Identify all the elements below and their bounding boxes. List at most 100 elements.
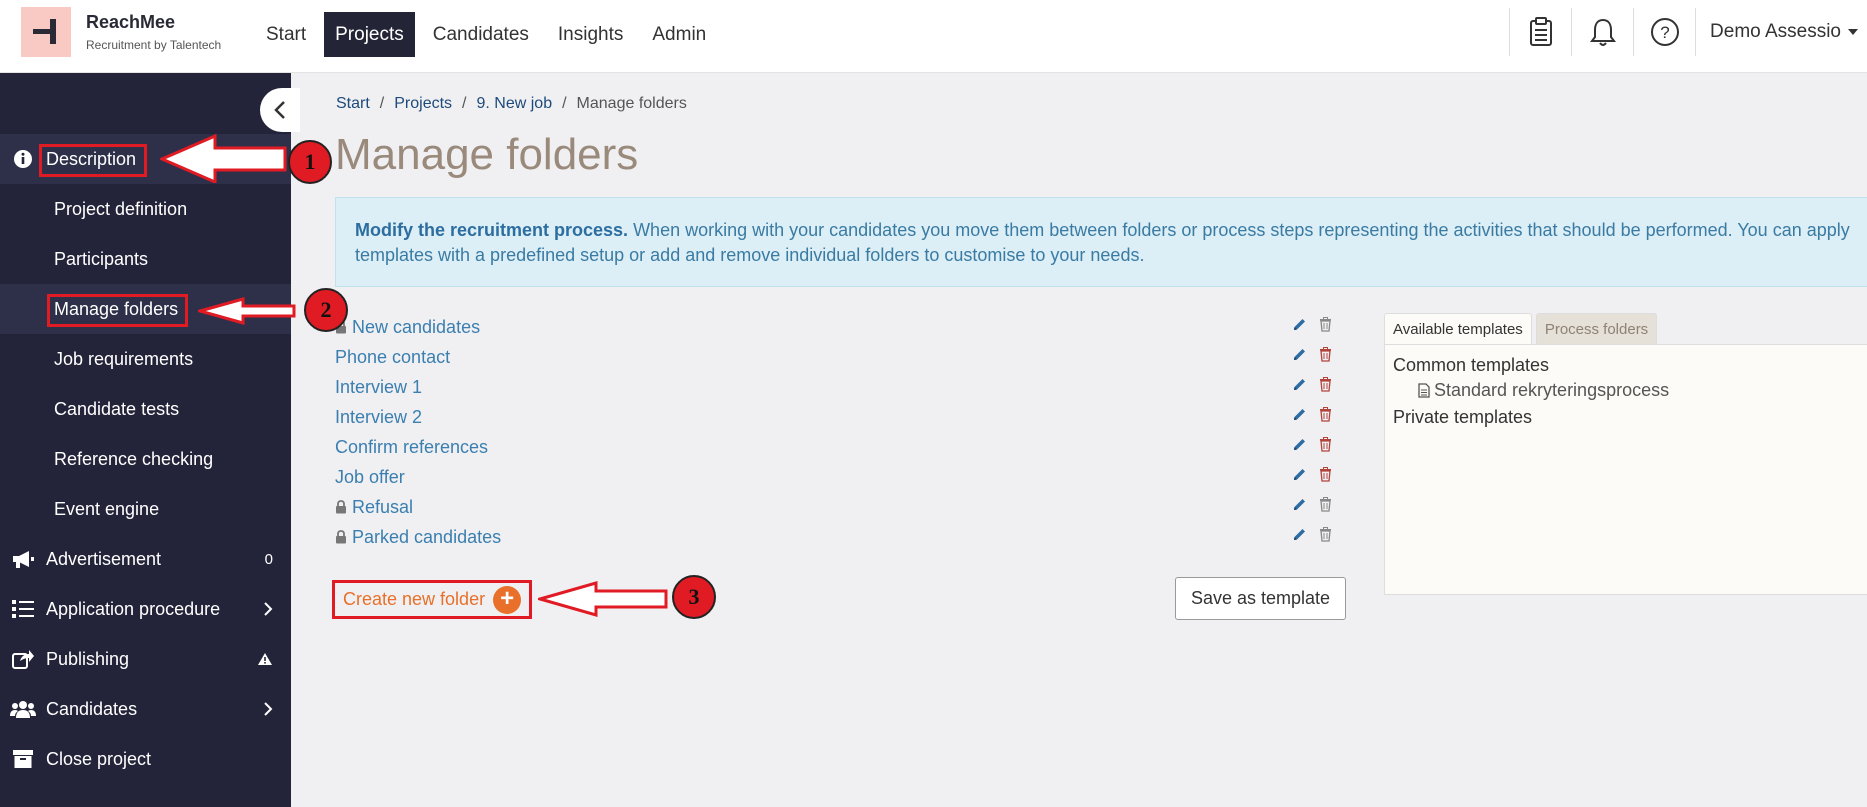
trash-icon[interactable] bbox=[1319, 497, 1332, 512]
breadcrumb-job[interactable]: 9. New job bbox=[477, 95, 553, 112]
sidebar-item-event-engine[interactable]: Event engine bbox=[0, 484, 291, 534]
breadcrumb-projects[interactable]: Projects bbox=[394, 95, 452, 112]
top-bar: ReachMee Recruitment by Talentech Start … bbox=[0, 0, 1867, 73]
trash-icon[interactable] bbox=[1319, 467, 1332, 482]
annotation-box-1 bbox=[39, 144, 147, 177]
reachmee-logo[interactable] bbox=[21, 7, 71, 57]
help-icon[interactable]: ? bbox=[1633, 8, 1695, 56]
sidebar-item-publishing[interactable]: Publishing bbox=[0, 634, 291, 684]
sidebar: Description Project definition Participa… bbox=[0, 73, 300, 807]
chevron-down-icon bbox=[1848, 29, 1858, 35]
save-as-template-button[interactable]: Save as template bbox=[1175, 577, 1346, 620]
folder-row: Confirm references bbox=[335, 432, 1340, 462]
sidebar-item-project-definition[interactable]: Project definition bbox=[0, 184, 291, 234]
template-item-label: Standard rekryteringsprocess bbox=[1434, 380, 1670, 400]
tab-process-folders[interactable]: Process folders bbox=[1535, 313, 1658, 345]
sidebar-item-label: Candidates bbox=[46, 698, 138, 719]
nav-candidates[interactable]: Candidates bbox=[422, 12, 540, 57]
sidebar-item-candidates[interactable]: Candidates bbox=[0, 684, 291, 734]
pencil-icon[interactable] bbox=[1292, 437, 1307, 452]
breadcrumb-current: Manage folders bbox=[576, 95, 687, 112]
nav-admin[interactable]: Admin bbox=[641, 12, 717, 57]
sidebar-item-candidate-tests[interactable]: Candidate tests bbox=[0, 384, 291, 434]
annotation-arrow-3 bbox=[538, 581, 668, 617]
brand-subtitle: Recruitment by Talentech bbox=[86, 38, 222, 52]
sidebar-item-label: Publishing bbox=[46, 648, 130, 669]
nav-insights[interactable]: Insights bbox=[547, 12, 634, 57]
sidebar-collapse-button[interactable] bbox=[260, 88, 300, 132]
pencil-icon[interactable] bbox=[1292, 407, 1307, 422]
folder-row: Phone contact bbox=[335, 342, 1340, 372]
pencil-icon[interactable] bbox=[1292, 317, 1307, 332]
folder-name-link[interactable]: Interview 2 bbox=[335, 407, 422, 428]
folder-row: Refusal bbox=[335, 492, 1340, 522]
trash-icon[interactable] bbox=[1319, 407, 1332, 422]
info-bold: Modify the recruitment process. bbox=[355, 220, 629, 240]
bell-icon[interactable] bbox=[1571, 8, 1633, 56]
folder-name-link[interactable]: Parked candidates bbox=[352, 527, 501, 548]
sidebar-item-reference-checking[interactable]: Reference checking bbox=[0, 434, 291, 484]
pencil-icon[interactable] bbox=[1292, 347, 1307, 362]
trash-icon[interactable] bbox=[1319, 347, 1332, 362]
folder-row: Parked candidates bbox=[335, 522, 1340, 552]
main-nav: Start Projects Candidates Insights Admin bbox=[255, 12, 724, 57]
folder-name-link[interactable]: Job offer bbox=[335, 467, 405, 488]
folder-row: Interview 1 bbox=[335, 372, 1340, 402]
folder-name-link[interactable]: New candidates bbox=[352, 317, 480, 338]
pencil-icon[interactable] bbox=[1292, 467, 1307, 482]
user-menu[interactable]: Demo Assessio bbox=[1695, 8, 1867, 56]
sidebar-item-label: Job requirements bbox=[54, 348, 194, 369]
create-folder-button[interactable]: Create new folder + bbox=[332, 580, 532, 619]
clipboard-icon[interactable] bbox=[1509, 8, 1571, 56]
plus-icon: + bbox=[493, 585, 522, 614]
user-name: Demo Assessio bbox=[1710, 21, 1841, 42]
sidebar-item-application-procedure[interactable]: Application procedure bbox=[0, 584, 291, 634]
trash-icon[interactable] bbox=[1319, 437, 1332, 452]
brand-name: ReachMee bbox=[86, 12, 176, 32]
document-icon bbox=[1418, 383, 1430, 398]
sidebar-item-label: Reference checking bbox=[54, 448, 214, 469]
breadcrumb-start[interactable]: Start bbox=[336, 95, 370, 112]
folder-row: Interview 2 bbox=[335, 402, 1340, 432]
nav-start[interactable]: Start bbox=[255, 12, 317, 57]
nav-projects[interactable]: Projects bbox=[324, 12, 415, 57]
create-folder-label: Create new folder bbox=[343, 589, 486, 609]
annotation-arrow-2 bbox=[198, 297, 296, 325]
sidebar-item-advertisement[interactable]: Advertisement 0 bbox=[0, 534, 291, 584]
folder-name-link[interactable]: Interview 1 bbox=[335, 377, 422, 398]
sidebar-item-label: Advertisement bbox=[46, 548, 162, 569]
common-templates-heading: Common templates bbox=[1393, 355, 1550, 375]
sidebar-item-close-project[interactable]: Close project bbox=[0, 734, 291, 784]
folder-name-link[interactable]: Refusal bbox=[352, 497, 413, 518]
pencil-icon[interactable] bbox=[1292, 497, 1307, 512]
info-box: Modify the recruitment process. When wor… bbox=[335, 197, 1867, 287]
trash-icon[interactable] bbox=[1319, 527, 1332, 542]
sidebar-item-label: Close project bbox=[46, 748, 152, 769]
tab-available-templates[interactable]: Available templates bbox=[1384, 313, 1532, 345]
annotation-number-3: 3 bbox=[672, 575, 716, 619]
list-icon bbox=[12, 600, 34, 618]
pencil-icon[interactable] bbox=[1292, 527, 1307, 542]
template-item[interactable]: Standard rekryteringsprocess bbox=[1418, 380, 1669, 401]
top-icons: ? Demo Assessio bbox=[1509, 0, 1867, 64]
templates-panel: Common templates Standard rekryteringspr… bbox=[1384, 344, 1867, 595]
annotation-number-1: 1 bbox=[288, 140, 332, 184]
warning-icon bbox=[258, 653, 272, 665]
private-templates-heading: Private templates bbox=[1393, 407, 1533, 427]
trash-icon[interactable] bbox=[1319, 377, 1332, 392]
users-icon bbox=[10, 701, 36, 718]
folder-name-link[interactable]: Phone contact bbox=[335, 347, 450, 368]
breadcrumb: Start / Projects/9. New job / Manage folders bbox=[336, 95, 687, 112]
trash-icon[interactable] bbox=[1319, 317, 1332, 332]
advertisement-count-badge: 0 bbox=[264, 550, 273, 568]
archive-icon bbox=[13, 750, 33, 768]
lock-icon bbox=[336, 530, 346, 544]
folder-name-link[interactable]: Confirm references bbox=[335, 437, 488, 458]
sidebar-item-participants[interactable]: Participants bbox=[0, 234, 291, 284]
folder-row: Job offer bbox=[335, 462, 1340, 492]
template-tabs: Available templates Process folders bbox=[1384, 313, 1658, 345]
sidebar-item-label: Candidate tests bbox=[54, 398, 180, 419]
sidebar-item-job-requirements[interactable]: Job requirements bbox=[0, 334, 291, 384]
share-icon bbox=[12, 650, 34, 669]
pencil-icon[interactable] bbox=[1292, 377, 1307, 392]
